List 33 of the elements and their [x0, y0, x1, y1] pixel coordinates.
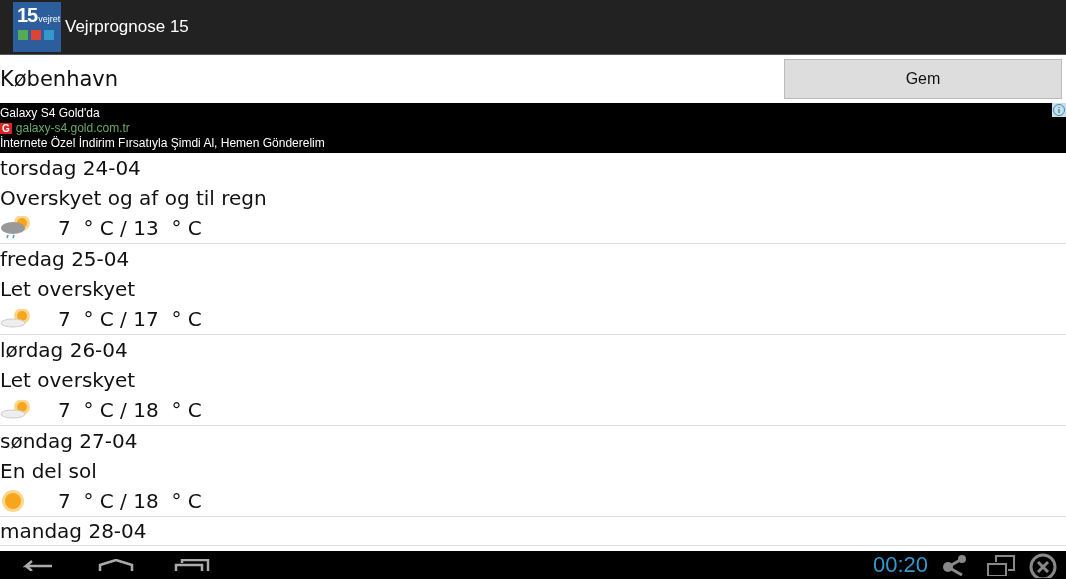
rain-cloud-icon: [0, 216, 30, 240]
temperature-range: 7 ° C / 18 ° C: [58, 397, 202, 424]
save-button[interactable]: Gem: [784, 59, 1062, 99]
day-date: mandag 28-04: [0, 518, 148, 545]
day-date: lørdag 26-04: [0, 337, 129, 364]
city-name: København: [0, 67, 119, 91]
clock: 00:20: [872, 552, 928, 578]
partly-cloudy-icon: [0, 309, 30, 329]
recent-apps-icon[interactable]: [174, 559, 210, 571]
window-icon[interactable]: [986, 554, 1016, 576]
temperature-range: 7 ° C / 18 ° C: [58, 488, 202, 515]
day-date: torsdag 24-04: [0, 155, 142, 182]
day-date: fredag 25-04: [0, 246, 131, 273]
share-icon[interactable]: [942, 554, 968, 576]
close-icon[interactable]: [1028, 552, 1058, 578]
ad-banner[interactable]: Galaxy S4 Gold'da G galaxy-s4.gold.com.tr İnternete Özel İndirim Fırsatıyla Şimdi Al, Hemen Gönderelim: [0, 103, 1066, 153]
weather-summary: Let overskyet: [0, 367, 137, 394]
home-icon[interactable]: [98, 559, 134, 571]
sun-icon: [0, 489, 26, 513]
temperature-range: 7 ° C / 13 ° C: [58, 215, 202, 242]
partly-cloudy-icon: [0, 400, 30, 420]
weather-icons-drawing: [17, 29, 55, 41]
logo-word: vejret: [38, 14, 61, 24]
ad-url[interactable]: galaxy-s4.gold.com.tr: [15, 120, 130, 136]
ad-logo: G: [0, 122, 12, 134]
day-date: søndag 27-04: [0, 428, 139, 455]
weather-summary: Let overskyet: [0, 276, 137, 303]
weather-summary: Overskyet og af og til regn: [0, 185, 268, 212]
weather-summary: En del sol: [0, 458, 98, 485]
temperature-range: 7 ° C / 17 ° C: [58, 306, 202, 333]
ad-headline: Galaxy S4 Gold'da: [0, 105, 100, 121]
ad-text: İnternete Özel İndirim Fırsatıyla Şimdi Al, Hemen Gönderelim: [0, 135, 325, 151]
app-title: Vejrprognose 15: [65, 17, 189, 37]
